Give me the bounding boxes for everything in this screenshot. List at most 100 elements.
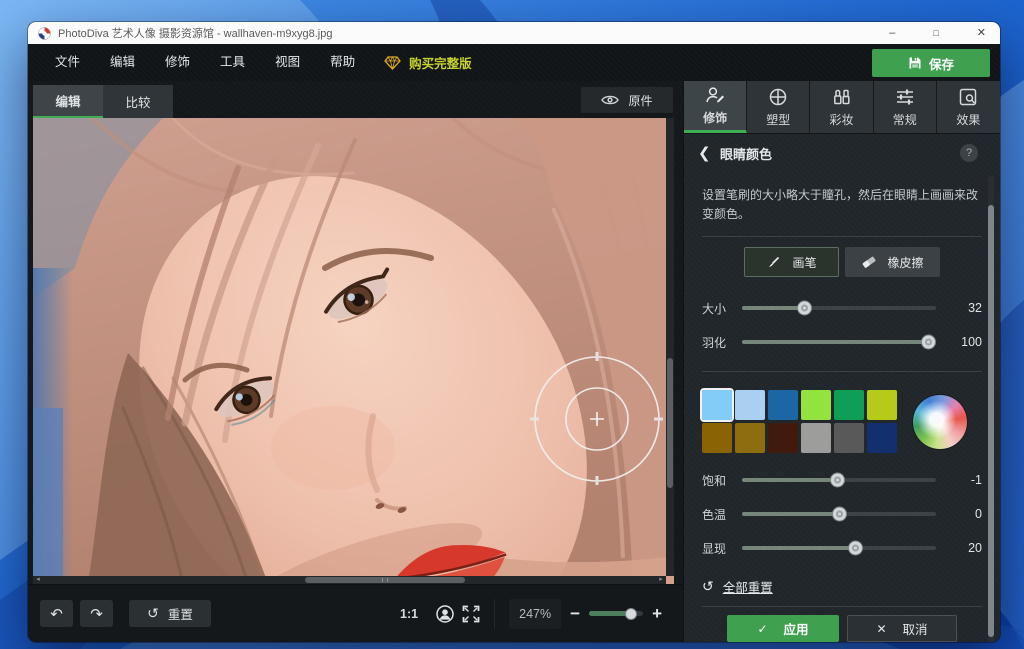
color-picker-area xyxy=(702,390,982,453)
divider xyxy=(702,606,982,607)
feather-slider[interactable] xyxy=(742,340,936,344)
scroll-left-arrow[interactable]: ◂ xyxy=(33,576,43,584)
right-panel: 修饰 塑型 xyxy=(683,81,1000,642)
reset-all-icon: ↺ xyxy=(702,578,714,595)
tab-common-label: 常规 xyxy=(893,111,917,128)
panel-tabs: 修饰 塑型 xyxy=(684,81,1000,134)
zoom-level[interactable]: 247% xyxy=(509,599,561,629)
tab-compare[interactable]: 比较 xyxy=(103,85,173,118)
canvas-horizontal-scrollbar[interactable]: ◂ ▸ xyxy=(33,576,666,584)
saturation-slider[interactable] xyxy=(742,478,936,482)
photo-canvas[interactable]: ◂ ▸ xyxy=(33,118,674,584)
reset-all-link[interactable]: ↺ 全部重置 xyxy=(702,577,982,596)
bottom-toolbar: ↶ ↷ ↺ 重置 1:1 xyxy=(28,584,683,642)
color-swatch[interactable] xyxy=(735,423,765,453)
temperature-slider-thumb[interactable] xyxy=(832,507,847,522)
color-swatch[interactable] xyxy=(867,423,897,453)
color-swatch[interactable] xyxy=(702,390,732,420)
undo-button[interactable]: ↶ xyxy=(40,600,73,627)
back-chevron-icon[interactable]: ❮ xyxy=(698,144,720,162)
color-swatch[interactable] xyxy=(735,390,765,420)
color-swatch[interactable] xyxy=(702,423,732,453)
size-slider[interactable] xyxy=(742,306,936,310)
portrait-photo xyxy=(33,118,674,584)
canvas-vertical-scrollbar[interactable] xyxy=(666,118,674,576)
tab-makeup[interactable]: 彩妆 xyxy=(810,81,873,133)
redo-button[interactable]: ↷ xyxy=(80,600,113,627)
tab-edit[interactable]: 编辑 xyxy=(33,85,103,118)
menu-view[interactable]: 视图 xyxy=(260,44,315,81)
eraser-button[interactable]: 橡皮擦 xyxy=(845,247,940,277)
tool-description: 设置笔刷的大小略大于瞳孔，然后在眼睛上画画来改变颜色。 xyxy=(702,186,982,224)
menu-file[interactable]: 文件 xyxy=(40,44,95,81)
scroll-right-arrow[interactable]: ▸ xyxy=(656,576,666,584)
photodiva-logo xyxy=(38,27,51,40)
actual-size-button[interactable]: 1:1 xyxy=(400,607,418,621)
menu-edit[interactable]: 编辑 xyxy=(95,44,150,81)
panel-scrollbar-thumb[interactable] xyxy=(988,205,994,637)
save-button[interactable]: 保存 xyxy=(872,49,990,77)
color-swatch[interactable] xyxy=(801,423,831,453)
adjust-sliders: 饱和 -1 色温 xyxy=(702,467,982,561)
color-swatch[interactable] xyxy=(834,390,864,420)
apply-button[interactable]: ✓ 应用 xyxy=(727,615,839,642)
maximize-button[interactable]: □ xyxy=(929,22,942,44)
tab-effects[interactable]: 效果 xyxy=(937,81,1000,133)
fit-screen-button[interactable] xyxy=(458,601,484,627)
eye-icon xyxy=(601,94,619,106)
help-button[interactable]: ? xyxy=(960,144,978,162)
sculpt-icon xyxy=(768,87,788,107)
reset-all-label: 全部重置 xyxy=(723,577,773,596)
tab-sculpt-label: 塑型 xyxy=(766,111,790,128)
saturation-slider-thumb[interactable] xyxy=(830,473,845,488)
temperature-slider[interactable] xyxy=(742,512,936,516)
feather-slider-thumb[interactable] xyxy=(921,335,936,350)
tab-retouch[interactable]: 修饰 xyxy=(684,81,747,133)
vscroll-thumb[interactable] xyxy=(667,358,673,488)
cancel-label: 取消 xyxy=(903,619,928,638)
color-swatches xyxy=(702,390,897,453)
brush-button[interactable]: 画笔 xyxy=(744,247,839,277)
color-swatch[interactable] xyxy=(768,390,798,420)
reset-label: 重置 xyxy=(168,604,193,623)
makeup-icon xyxy=(831,87,851,107)
menu-retouch[interactable]: 修饰 xyxy=(150,44,205,81)
reset-button[interactable]: ↺ 重置 xyxy=(129,600,211,627)
zoom-slider-thumb[interactable] xyxy=(625,608,637,620)
titlebar: PhotoDiva 艺术人像 摄影资源馆 - wallhaven-m9xyg8.… xyxy=(28,22,1000,44)
menu-help[interactable]: 帮助 xyxy=(315,44,370,81)
saturation-label: 饱和 xyxy=(702,472,738,489)
tab-common[interactable]: 常规 xyxy=(874,81,937,133)
color-swatch[interactable] xyxy=(801,390,831,420)
diamond-icon xyxy=(384,56,401,70)
divider xyxy=(702,236,982,237)
save-label: 保存 xyxy=(929,54,954,73)
size-value: 32 xyxy=(948,301,982,315)
feather-value: 100 xyxy=(948,335,982,349)
zoom-in-button[interactable]: + xyxy=(643,604,671,624)
hscroll-thumb[interactable] xyxy=(305,577,465,583)
app-window: PhotoDiva 艺术人像 摄影资源馆 - wallhaven-m9xyg8.… xyxy=(28,22,1000,642)
color-swatch[interactable] xyxy=(768,423,798,453)
fit-face-button[interactable] xyxy=(432,601,458,627)
close-button[interactable]: ✕ xyxy=(973,22,990,44)
brush-eraser-toggle: 画笔 橡皮擦 xyxy=(702,247,982,277)
show-original-button[interactable]: 原件 xyxy=(581,87,673,113)
tab-sculpt[interactable]: 塑型 xyxy=(747,81,810,133)
minimize-button[interactable]: – xyxy=(885,22,899,44)
color-swatch[interactable] xyxy=(867,390,897,420)
buy-full-version[interactable]: 购买完整版 xyxy=(384,53,472,72)
tab-retouch-label: 修饰 xyxy=(703,109,727,126)
color-swatch[interactable] xyxy=(834,423,864,453)
zoom-slider[interactable] xyxy=(589,611,643,616)
zoom-out-button[interactable]: − xyxy=(561,604,589,624)
color-wheel[interactable] xyxy=(913,395,967,449)
visibility-slider[interactable] xyxy=(742,546,936,550)
size-slider-row: 大小 32 xyxy=(702,295,982,321)
temperature-label: 色温 xyxy=(702,506,738,523)
menu-tools[interactable]: 工具 xyxy=(205,44,260,81)
visibility-slider-thumb[interactable] xyxy=(848,541,863,556)
size-slider-thumb[interactable] xyxy=(797,301,812,316)
cancel-button[interactable]: ✕ 取消 xyxy=(847,615,957,642)
visibility-value: 20 xyxy=(948,541,982,555)
